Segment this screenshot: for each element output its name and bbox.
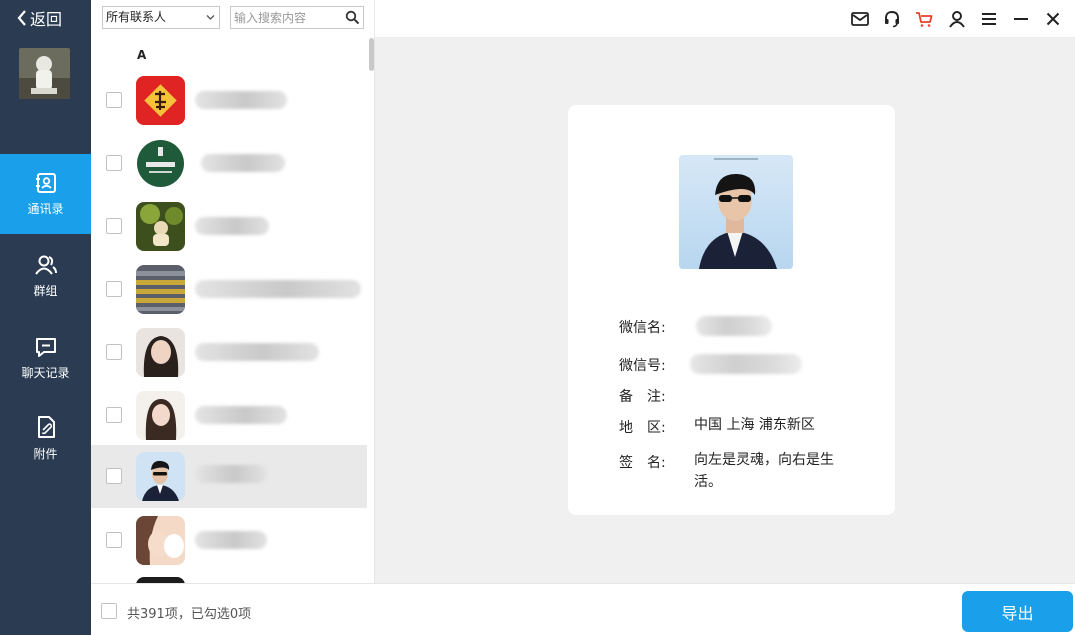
contact-filter-select[interactable]: 所有联系人 (102, 6, 220, 29)
blurred-contact-name (195, 465, 267, 483)
menu-icon[interactable] (979, 9, 999, 29)
region-label: 地 区: (619, 420, 666, 436)
contact-row[interactable] (91, 572, 367, 583)
cart-icon[interactable] (914, 9, 934, 29)
back-button[interactable]: 返回 (16, 6, 62, 30)
user-account-icon[interactable] (947, 9, 967, 29)
contact-avatar (136, 452, 185, 501)
blurred-contact-name (195, 406, 287, 424)
nav-groups-label: 群组 (33, 283, 58, 298)
search-input[interactable] (234, 9, 340, 26)
nav-chat-history-label: 聊天记录 (21, 365, 70, 380)
chat-history-icon (35, 337, 56, 357)
close-icon[interactable] (1043, 9, 1063, 29)
attachment-icon (37, 415, 55, 438)
nav-contacts[interactable]: 通讯录 (0, 154, 91, 234)
contact-row[interactable] (91, 321, 367, 384)
blurred-contact-name (195, 217, 269, 235)
remark-label: 备 注: (619, 389, 666, 405)
blurred-wechat-id (690, 354, 802, 374)
headset-support-icon[interactable] (882, 9, 902, 29)
region-value: 中国 上海 浦东新区 (694, 417, 815, 433)
contact-filter-value: 所有联系人 (106, 10, 167, 24)
bottom-bar: 共391项，已勾选0项 导出 (91, 583, 1075, 635)
list-scrollbar[interactable] (369, 38, 374, 71)
blurred-contact-name (195, 280, 361, 298)
contact-row[interactable] (91, 509, 367, 572)
left-nav: 返回 通讯录 群组 聊天记录 附件 (0, 0, 91, 635)
search-icon[interactable] (345, 10, 360, 25)
blurred-contact-name (195, 91, 287, 109)
user-avatar[interactable] (19, 48, 70, 99)
contact-checkbox[interactable] (106, 468, 122, 484)
nav-attachments-label: 附件 (33, 446, 58, 461)
wechat-name-label: 微信名: (619, 320, 666, 336)
select-all-checkbox[interactable] (101, 603, 117, 619)
blurred-contact-name (201, 154, 285, 172)
contact-row-selected[interactable] (91, 445, 367, 508)
contact-avatar (136, 516, 185, 565)
contact-checkbox[interactable] (106, 344, 122, 360)
contact-avatar (136, 139, 185, 188)
nav-attachments[interactable]: 附件 (0, 398, 91, 478)
contact-checkbox[interactable] (106, 92, 122, 108)
contact-row[interactable] (91, 195, 367, 258)
nav-chat-history[interactable]: 聊天记录 (0, 318, 91, 398)
contact-avatar (136, 202, 185, 251)
search-box (230, 6, 364, 29)
wechat-id-label: 微信号: (619, 358, 666, 374)
contact-checkbox[interactable] (106, 532, 122, 548)
signature-value: 向左是灵魂，向右是生活。 (694, 452, 834, 490)
contact-avatar (136, 76, 185, 125)
signature-label: 签 名: (619, 455, 666, 471)
blurred-contact-name (195, 343, 319, 361)
section-letter: A (137, 48, 147, 62)
window-toolbar (375, 0, 1075, 38)
group-icon (34, 255, 57, 275)
nav-contacts-label: 通讯录 (27, 201, 64, 216)
contact-avatar (136, 391, 185, 440)
contact-checkbox[interactable] (106, 218, 122, 234)
contact-checkbox[interactable] (106, 281, 122, 297)
contact-list-panel: 所有联系人 A (91, 0, 375, 583)
selection-summary: 共391项，已勾选0项 (127, 607, 252, 622)
contact-checkbox[interactable] (106, 155, 122, 171)
blurred-contact-name (195, 531, 267, 549)
contact-detail-card: 微信名: 微信号: 备 注: 地 区: 中国 上海 浦东新区 签 名: 向左是灵… (568, 105, 895, 515)
contact-row[interactable] (91, 258, 367, 321)
export-button[interactable]: 导出 (962, 591, 1073, 632)
contact-row[interactable] (91, 384, 367, 447)
contact-avatar (136, 328, 185, 377)
contact-detail-photo (679, 155, 793, 269)
mail-icon[interactable] (850, 9, 870, 29)
minimize-icon[interactable] (1011, 9, 1031, 29)
contact-avatar (136, 265, 185, 314)
blurred-wechat-name (696, 316, 772, 336)
chevron-down-icon (206, 15, 215, 20)
contact-row[interactable] (91, 132, 367, 195)
contact-checkbox[interactable] (106, 407, 122, 423)
nav-groups[interactable]: 群组 (0, 236, 91, 316)
contact-row[interactable] (91, 69, 367, 132)
contacts-icon (35, 172, 56, 193)
back-label: 返回 (30, 10, 63, 29)
chevron-left-icon (17, 10, 26, 26)
